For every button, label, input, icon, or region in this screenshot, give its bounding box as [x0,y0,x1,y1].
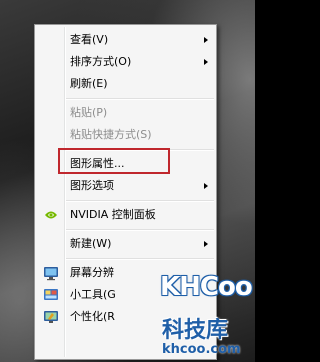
menu-item-view[interactable]: 查看(V) [37,29,214,51]
site-watermark: KHCoo 科技库 khcoo.com [150,268,255,362]
menu-separator [66,229,214,231]
menu-item-label: 新建(W) [70,237,112,250]
watermark-logo: KHCoo [160,272,253,302]
monitor-icon [44,267,58,281]
menu-item-paste-shortcut[interactable]: 粘贴快捷方式(S) [37,124,214,146]
highlight-annotation-box [58,148,170,174]
personalize-icon [44,311,58,323]
watermark-title: 科技库 [162,318,229,343]
gadgets-icon [44,289,58,300]
menu-item-nvidia-control-panel[interactable]: NVIDIA 控制面板 [37,204,214,226]
nvidia-logo-icon [45,211,57,219]
menu-item-sort-by[interactable]: 排序方式(O) [37,51,214,73]
menu-item-label: 粘贴快捷方式(S) [70,128,152,141]
submenu-arrow-icon [204,241,208,247]
submenu-arrow-icon [204,37,208,43]
watermark-url: khcoo.com [162,342,241,357]
menu-item-label: 个性化(R [70,310,115,323]
menu-item-label: 粘贴(P) [70,106,108,119]
menu-item-label: 刷新(E) [70,77,108,90]
menu-item-label: 屏幕分辨 [70,266,114,279]
menu-separator [66,200,214,202]
menu-item-refresh[interactable]: 刷新(E) [37,73,214,95]
menu-item-label: 排序方式(O) [70,55,132,68]
submenu-arrow-icon [204,59,208,65]
menu-item-paste[interactable]: 粘贴(P) [37,102,214,124]
menu-item-label: 小工具(G [70,288,116,301]
menu-separator [66,98,214,100]
menu-item-new[interactable]: 新建(W) [37,233,214,255]
menu-item-graphics-options[interactable]: 图形选项 [37,175,214,197]
submenu-arrow-icon [204,183,208,189]
menu-item-label: 图形选项 [70,179,114,192]
menu-item-label: NVIDIA 控制面板 [70,208,156,221]
menu-item-label: 查看(V) [70,33,109,46]
menu-separator [66,258,214,260]
